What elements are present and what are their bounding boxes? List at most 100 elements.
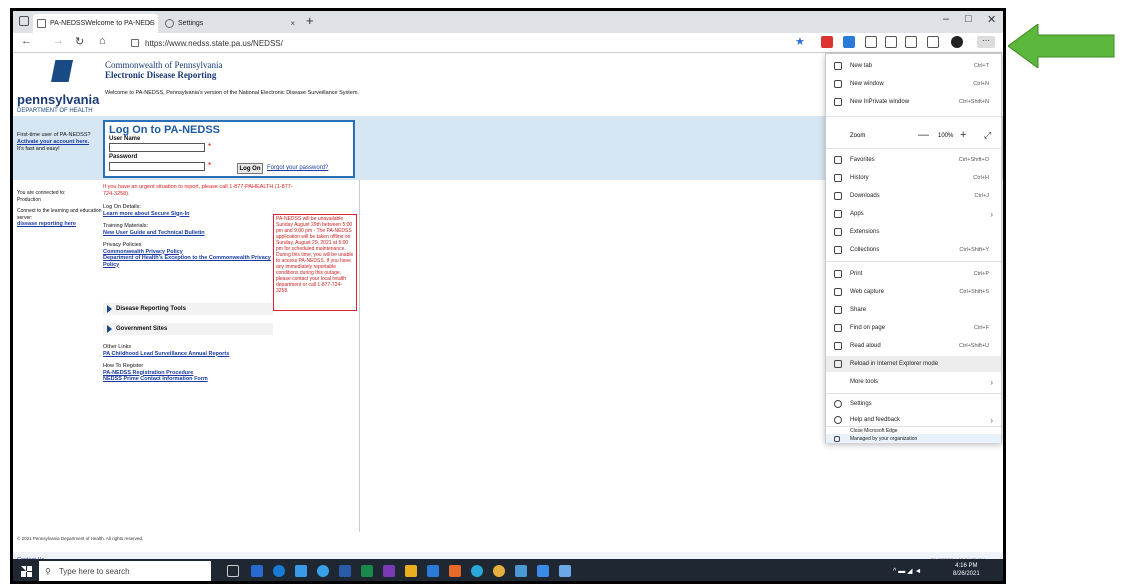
refresh-icon[interactable]: ↻ (75, 35, 84, 48)
tab-actions-icon[interactable] (19, 16, 29, 26)
menu-label: Print (850, 271, 863, 277)
chevron-right-icon: › (990, 377, 993, 387)
column-divider (359, 180, 360, 532)
zoom-in-button[interactable]: + (960, 129, 966, 141)
menu-inprivate[interactable]: New InPrivate window Ctrl+Shift+N (826, 94, 1001, 110)
web-capture-icon[interactable] (927, 36, 939, 48)
url-field[interactable]: https://www.nedss.state.pa.us/NEDSS/ (131, 36, 811, 50)
menu-more-tools[interactable]: More tools › (826, 374, 1001, 390)
username-input[interactable] (109, 143, 205, 152)
menu-new-window[interactable]: New window Ctrl+N (826, 76, 1001, 92)
collections-icon[interactable] (905, 36, 917, 48)
menu-downloads[interactable]: Downloads Ctrl+J (826, 188, 1001, 204)
menu-extensions[interactable]: Extensions (826, 224, 1001, 240)
menu-print[interactable]: Print Ctrl+P (826, 266, 1001, 282)
extension-icon[interactable] (821, 36, 833, 48)
close-window-button[interactable]: ✕ (987, 13, 996, 26)
app-icon[interactable] (515, 565, 527, 577)
app-icon[interactable] (471, 565, 483, 577)
home-icon[interactable]: ⌂ (99, 35, 106, 47)
logon-button[interactable]: Log On (237, 163, 263, 174)
menu-new-tab[interactable]: New tab Ctrl+T (826, 58, 1001, 74)
section-label: Disease Reporting Tools (116, 306, 186, 312)
forgot-password-link[interactable]: Forgot your password? (267, 165, 328, 171)
favorite-star-icon[interactable]: ★ (795, 35, 805, 48)
windows-start-icon[interactable] (21, 566, 32, 577)
minimize-button[interactable]: – (943, 13, 949, 25)
new-tab-button[interactable]: + (306, 13, 314, 28)
learning-server-text: Connect to the learning and education se… (17, 208, 102, 221)
tab-settings[interactable]: Settings × (161, 14, 301, 33)
menu-read-aloud[interactable]: Read aloud Ctrl+Shift+U (826, 338, 1001, 354)
secure-signin-link[interactable]: Learn more about Secure Sign-In (103, 211, 273, 218)
menu-shortcut: Ctrl+N (973, 81, 989, 87)
maintenance-notice: PA-NEDSS will be unavailable Sunday Augu… (273, 214, 357, 311)
taskbar-search[interactable]: ⚲ Type here to search (39, 561, 211, 581)
user-guide-link[interactable]: New User Guide and Technical Bulletin (103, 230, 273, 237)
welcome-text: Welcome to PA-NEDSS, Pennsylvania's vers… (105, 90, 359, 96)
app-icon[interactable] (295, 565, 307, 577)
disease-reporting-link[interactable]: disease reporting here (17, 221, 105, 228)
app-icon[interactable] (427, 565, 439, 577)
teams-icon[interactable] (383, 565, 395, 577)
app-icon[interactable] (405, 565, 417, 577)
edge-icon[interactable] (273, 565, 285, 577)
lead-reports-link[interactable]: PA Childhood Lead Surveillance Annual Re… (103, 351, 273, 358)
app-icon[interactable] (449, 565, 461, 577)
app-icon[interactable] (317, 565, 329, 577)
chrome-icon[interactable] (493, 565, 505, 577)
menu-shortcut: Ctrl+Shift+Y (959, 247, 989, 253)
privacy-exception-link[interactable]: Department of Health's Exception to the … (103, 255, 273, 268)
taskbar-clock[interactable]: 4:16 PM 8/26/2021 (953, 562, 980, 578)
menu-find[interactable]: Find on page Ctrl+F (826, 320, 1001, 336)
government-sites-section[interactable]: Government Sites (103, 323, 273, 335)
maximize-button[interactable]: □ (965, 13, 972, 25)
favorites-icon (834, 156, 842, 164)
new-tab-icon (834, 62, 842, 70)
menu-shortcut: Ctrl+J (974, 193, 989, 199)
zoom-out-button[interactable]: — (918, 129, 929, 141)
activate-account-link[interactable]: Activate your account here. (17, 139, 107, 146)
menu-shortcut: Ctrl+Shift+S (959, 289, 989, 295)
download-icon (834, 192, 842, 200)
app-icon[interactable] (251, 565, 263, 577)
profile-avatar[interactable] (951, 36, 963, 48)
menu-favorites[interactable]: Favorites Ctrl+Shift+O (826, 152, 1001, 168)
chevron-right-icon: › (990, 415, 993, 425)
back-icon[interactable]: ← (21, 35, 32, 47)
menu-share[interactable]: Share (826, 302, 1001, 318)
menu-settings[interactable]: Settings (826, 396, 1001, 412)
menu-history[interactable]: History Ctrl+H (826, 170, 1001, 186)
fullscreen-icon[interactable]: ⤢ (984, 130, 991, 141)
browser-window: PA-NEDSSWelcome to PA-NEDS × Settings × … (10, 8, 1006, 584)
menu-label: Find on page (850, 325, 886, 331)
contact-form-link[interactable]: NEDSS Prime Contact Information Form (103, 376, 273, 383)
menu-shortcut: Ctrl+Shift+N (959, 99, 989, 105)
menu-web-capture[interactable]: Web capture Ctrl+Shift+S (826, 284, 1001, 300)
menu-apps[interactable]: Apps › (826, 206, 1001, 222)
refresh-extension-icon[interactable] (865, 36, 877, 48)
logo-dept: DEPARTMENT OF HEALTH (17, 108, 93, 114)
connection-info: You are connected to: Production Connect… (17, 190, 105, 228)
excel-icon[interactable] (361, 565, 373, 577)
forward-icon[interactable]: → (53, 35, 64, 47)
menu-managed[interactable]: Managed by your organization (826, 434, 1001, 443)
menu-label: Apps (850, 211, 864, 217)
app-icon[interactable] (537, 565, 549, 577)
app-icon[interactable] (559, 565, 571, 577)
favorites-icon[interactable] (885, 36, 897, 48)
more-menu-button[interactable]: ··· (977, 36, 995, 48)
extension-icon[interactable] (843, 36, 855, 48)
url-text: https://www.nedss.state.pa.us/NEDSS/ (145, 38, 283, 48)
menu-label: Favorites (850, 157, 875, 163)
close-tab-icon[interactable]: × (147, 19, 152, 28)
close-tab-icon[interactable]: × (290, 19, 295, 28)
task-view-icon[interactable] (227, 565, 239, 577)
app-icon[interactable] (339, 565, 351, 577)
password-input[interactable] (109, 162, 205, 171)
disease-tools-section[interactable]: Disease Reporting Tools (103, 303, 273, 315)
system-tray[interactable]: ^ ▬ ◢ ◄ (893, 567, 921, 575)
tab-pa-nedss[interactable]: PA-NEDSSWelcome to PA-NEDS × (33, 14, 158, 33)
menu-ie-mode[interactable]: Reload in Internet Explorer mode (826, 356, 1001, 372)
menu-collections[interactable]: Collections Ctrl+Shift+Y (826, 242, 1001, 258)
